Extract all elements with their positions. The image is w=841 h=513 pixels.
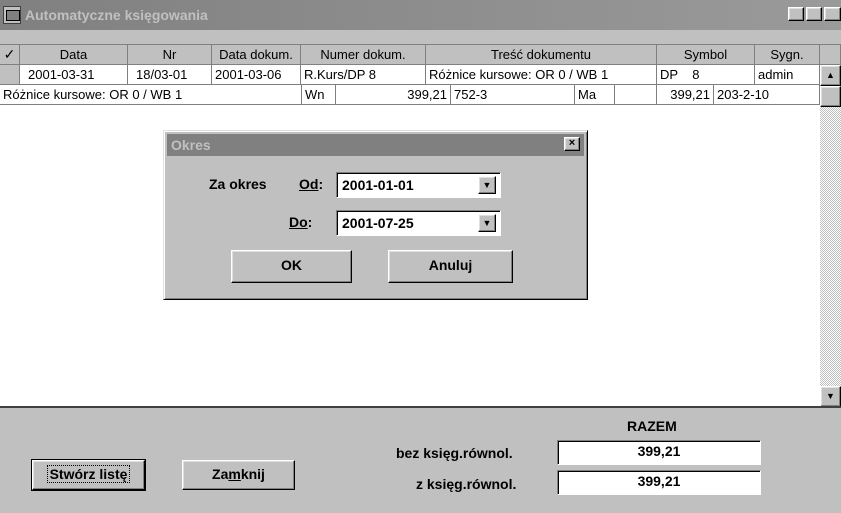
table-cell[interactable]: R.Kurs/DP 8 xyxy=(301,65,426,85)
create-list-button[interactable]: Stwórz listę xyxy=(31,459,146,491)
detail-ma-label: Ma xyxy=(575,85,615,105)
detail-ma-amount[interactable]: 399,21 xyxy=(657,85,714,105)
bez-value: 399,21 xyxy=(637,443,681,459)
window-titlebar: Automatyczne księgowania _ □ × xyxy=(0,0,841,30)
bez-label: bez księg.równol. xyxy=(396,445,513,461)
dialog-title: Okres xyxy=(171,137,211,153)
detail-wn-amount[interactable]: 399,21 xyxy=(336,85,451,105)
close-icon[interactable]: × xyxy=(824,7,841,21)
cancel-button[interactable]: Anuluj xyxy=(388,250,513,283)
scroll-down-icon[interactable]: ▼ xyxy=(820,386,841,407)
app-icon xyxy=(3,6,21,24)
table-cell[interactable]: Różnice kursowe: OR 0 / WB 1 xyxy=(426,65,657,85)
table-cell[interactable]: admin xyxy=(755,65,820,85)
od-label: Od: xyxy=(299,176,324,192)
minimize-icon[interactable]: _ xyxy=(788,7,804,21)
ok-button[interactable]: OK xyxy=(231,250,352,283)
close-label-a: Za xyxy=(212,466,229,482)
vertical-scrollbar[interactable]: ▲ ▼ xyxy=(820,65,841,407)
detail-desc[interactable]: Różnice kursowe: OR 0 / WB 1 xyxy=(0,85,301,105)
razem-label: RAZEM xyxy=(627,418,677,434)
dialog-titlebar: Okres × xyxy=(167,134,584,156)
table-cell[interactable]: 2001-03-31 xyxy=(20,65,128,85)
window-title: Automatyczne księgowania xyxy=(25,7,208,23)
od-date-combo[interactable]: 2001-01-01 ▼ xyxy=(336,172,501,198)
do-label-text: Do xyxy=(289,214,308,230)
maximize-icon[interactable]: □ xyxy=(806,7,822,21)
col-header[interactable]: Symbol xyxy=(657,45,755,65)
od-date-value: 2001-01-01 xyxy=(342,177,414,193)
chevron-down-icon[interactable]: ▼ xyxy=(478,214,496,232)
row-indicator xyxy=(0,65,20,85)
do-label: Do: xyxy=(289,214,313,230)
scroll-up-icon[interactable]: ▲ xyxy=(820,65,841,86)
col-header[interactable]: Treść dokumentu xyxy=(426,45,657,65)
chevron-down-icon[interactable]: ▼ xyxy=(478,176,496,194)
table-cell[interactable]: 2001-03-06 xyxy=(212,65,301,85)
do-date-value: 2001-07-25 xyxy=(342,215,414,231)
close-button[interactable]: Zamknij xyxy=(182,460,295,490)
detail-wn-label: Wn xyxy=(301,85,336,105)
table-cell[interactable]: 18/03-01 xyxy=(128,65,212,85)
z-value: 399,21 xyxy=(637,473,681,489)
col-header[interactable]: Data dokum. xyxy=(212,45,301,65)
z-label: z księg.równol. xyxy=(416,476,517,492)
check-icon: ✓ xyxy=(0,45,20,65)
col-header[interactable]: Sygn. xyxy=(755,45,820,65)
header-corner xyxy=(820,45,841,65)
scroll-thumb[interactable] xyxy=(820,86,841,107)
col-header[interactable]: Numer dokum. xyxy=(301,45,426,65)
od-label-text: Od xyxy=(299,176,319,192)
za-okres-label: Za okres xyxy=(209,176,267,192)
okres-dialog: Okres × Za okres Od: 2001-01-01 ▼ Do: 20… xyxy=(163,130,588,300)
detail-ma-spacer xyxy=(615,85,657,105)
col-header[interactable]: Nr xyxy=(128,45,212,65)
z-value-field: 399,21 xyxy=(557,470,761,495)
bez-value-field: 399,21 xyxy=(557,440,761,465)
col-header[interactable]: Data xyxy=(20,45,128,65)
table-cell[interactable]: DP 8 xyxy=(657,65,755,85)
do-date-combo[interactable]: 2001-07-25 ▼ xyxy=(336,210,501,236)
close-label-c: knij xyxy=(240,466,265,482)
detail-ma-account[interactable]: 203-2-10 xyxy=(714,85,820,105)
create-list-label: Stwórz listę xyxy=(46,465,131,483)
dialog-close-icon[interactable]: × xyxy=(564,137,580,151)
detail-wn-account[interactable]: 752-3 xyxy=(451,85,575,105)
footer-panel: RAZEM bez księg.równol. 399,21 z księg.r… xyxy=(0,406,841,513)
close-label-b: m xyxy=(228,466,241,482)
